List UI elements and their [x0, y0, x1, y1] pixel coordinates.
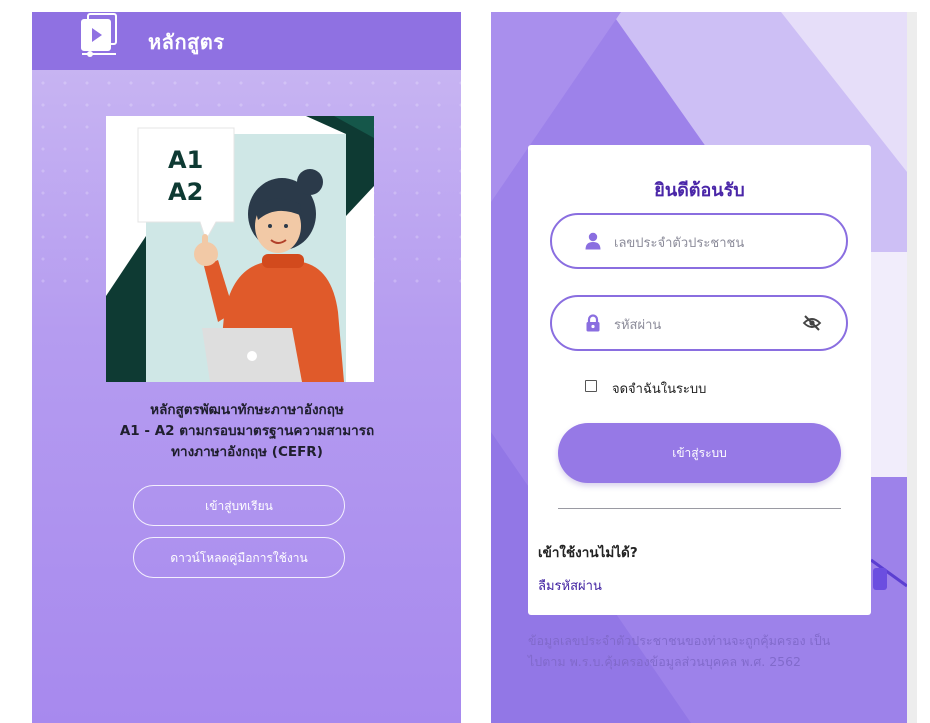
- password-placeholder: รหัสผ่าน: [614, 318, 662, 333]
- enter-lessons-button[interactable]: เข้าสู่บทเรียน: [133, 485, 345, 526]
- login-button[interactable]: เข้าสู่ระบบ: [558, 423, 841, 483]
- course-description-line: A1 - A2 ตามกรอบมาตรฐานความสามารถ: [119, 423, 375, 439]
- welcome-title: ยินดีต้อนรับ: [654, 180, 745, 201]
- cannot-login-heading: เข้าใช้งานไม่ได้?: [538, 545, 638, 561]
- course-cover-image: A1 A2: [106, 116, 374, 382]
- privacy-note-line: ไปตาม พ.ร.บ.คุ้มครองข้อมูลส่วนบุคคล พ.ศ.…: [528, 654, 802, 669]
- privacy-note-line: ข้อมูลเลขประจำตัวประชาชนของท่านจะถูกคุ้ม…: [528, 633, 831, 648]
- teacher-illustration: A1 A2: [106, 116, 374, 382]
- national-id-input[interactable]: เลขประจำตัวประชาชน: [550, 213, 848, 269]
- lock-icon: [586, 314, 600, 332]
- privacy-note: ข้อมูลเลขประจำตัวประชาชนของท่านจะถูกคุ้ม…: [528, 630, 888, 672]
- national-id-placeholder: เลขประจำตัวประชาชน: [614, 236, 745, 251]
- course-description-line: หลักสูตรพัฒนาทักษะภาษาอังกฤษ: [150, 402, 344, 418]
- forgot-password-link[interactable]: ลืมรหัสผ่าน: [538, 575, 602, 596]
- course-panel: หลักสูตร A1 A2 หลักสูตรพัฒนาทักษะภาษาอัง…: [32, 12, 461, 723]
- eye-off-icon[interactable]: [802, 314, 822, 332]
- page-title: หลักสูตร: [148, 30, 225, 54]
- scrollbar[interactable]: [907, 12, 917, 723]
- user-icon: [585, 232, 601, 250]
- login-panel: ยินดีต้อนรับ เลขประจำตัวประชาชน รหัสผ่าน: [491, 12, 907, 723]
- remember-me-label[interactable]: จดจำฉันในระบบ: [612, 378, 706, 399]
- course-video-icon: [81, 13, 117, 57]
- badge-a1: A1: [168, 146, 203, 174]
- password-input[interactable]: รหัสผ่าน: [550, 295, 848, 351]
- badge-a2: A2: [168, 178, 203, 206]
- download-manual-button[interactable]: ดาวน์โหลดคู่มือการใช้งาน: [133, 537, 345, 578]
- divider: [558, 508, 841, 509]
- course-description: หลักสูตรพัฒนาทักษะภาษาอังกฤษ A1 - A2 ตาม…: [72, 400, 422, 463]
- login-card: ยินดีต้อนรับ เลขประจำตัวประชาชน รหัสผ่าน: [528, 145, 871, 615]
- remember-me-checkbox[interactable]: [585, 380, 597, 392]
- course-description-line: ทางภาษาอังกฤษ (CEFR): [171, 444, 323, 460]
- top-header: หลักสูตร: [32, 12, 461, 70]
